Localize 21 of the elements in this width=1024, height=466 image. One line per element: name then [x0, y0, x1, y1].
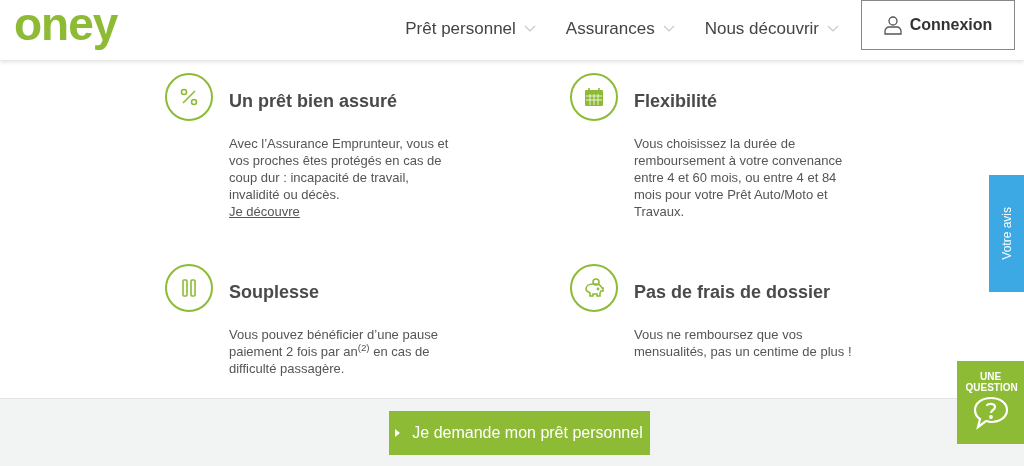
chevron-down-icon [662, 24, 675, 33]
feature-title: Pas de frais de dossier [634, 280, 831, 304]
feature-title: Flexibilité [634, 89, 718, 113]
feature-description: Avec l’Assurance Emprunteur, vous et vos proches êtes protégés en cas de coup dur : incapacité de travail, invalidité ou décès. [229, 135, 450, 203]
nav-menu-item[interactable]: Prêt personnel [405, 16, 536, 42]
feature-title: Un prêt bien assuré [229, 89, 398, 113]
feature-description: Vous pouvez bénéficier d’une pause paiement 2 fois par an$^{(2)}$ en cas de difficulté passagère. [229, 326, 439, 377]
speech-bubble-question-icon [971, 396, 1010, 430]
feature-title: Souplesse [229, 280, 320, 304]
caret-right-icon [395, 428, 401, 437]
feature-description: Vous ne remboursez que vos mensualités, pas un centime de plus ! [634, 326, 853, 360]
chevron-down-icon [827, 24, 839, 33]
nav-menu-item[interactable]: Assurances [565, 16, 675, 42]
piggy-bank-icon [582, 276, 606, 300]
chevron-down-icon [523, 24, 536, 33]
discover-link[interactable]: Je découvre [229, 204, 300, 219]
user-icon [883, 15, 902, 35]
login-button[interactable]: Connexion [861, 0, 1015, 50]
feature-description: Vous choisissez la durée de remboursement à votre convenance entre 4 et 60 mois, ou entre 4 et 84 mois pour votre Prêt Auto/Moto et Travaux. [634, 135, 844, 220]
calendar-icon [582, 85, 606, 109]
nav-menu-item[interactable]: Nous découvrir [704, 16, 839, 42]
